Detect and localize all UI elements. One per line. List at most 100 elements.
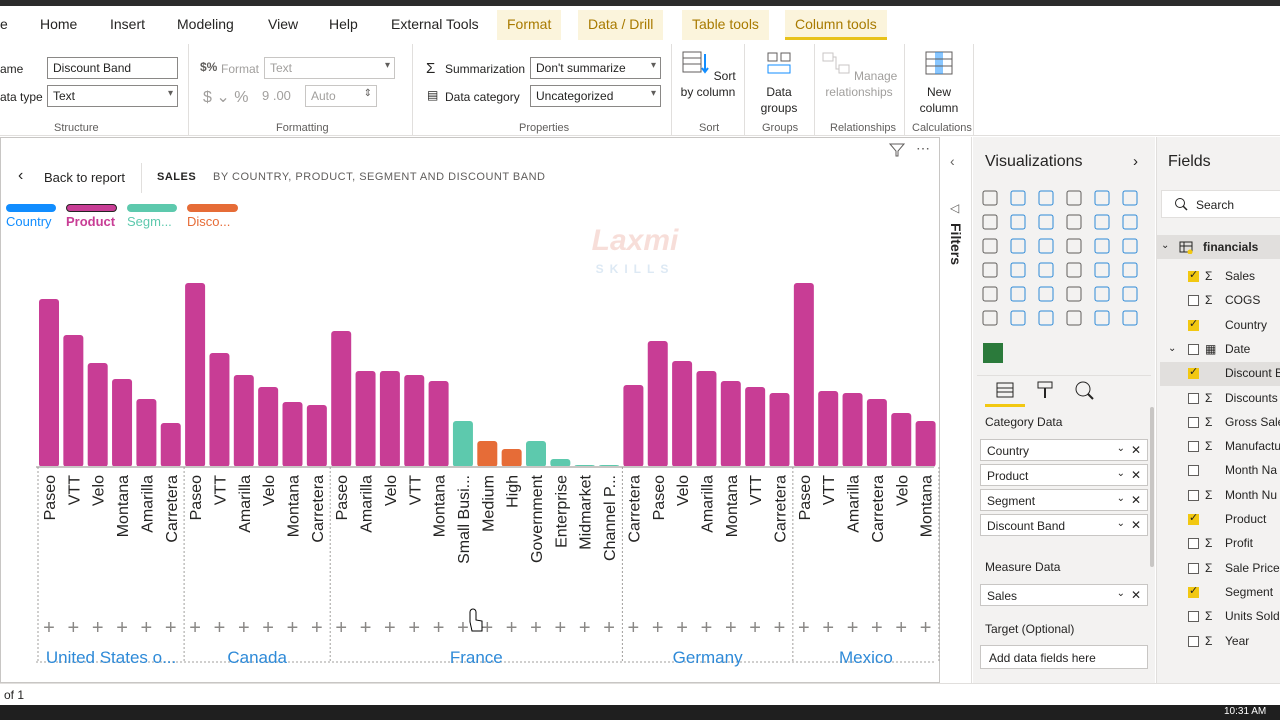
data-category-select[interactable]: Uncategorized ▾ — [530, 85, 661, 107]
data-groups-button[interactable]: Data groups — [752, 50, 806, 116]
bar[interactable] — [696, 371, 717, 467]
tab-view[interactable]: View — [268, 16, 298, 32]
chevron-down-icon[interactable]: ⌄ — [1117, 518, 1125, 529]
table-icon[interactable] — [1010, 286, 1026, 302]
expand-icon[interactable]: + — [603, 617, 615, 639]
close-icon[interactable]: ✕ — [1131, 468, 1141, 482]
field-label[interactable]: Country — [1225, 318, 1280, 332]
chevron-right-icon[interactable]: › — [1133, 153, 1138, 170]
bar[interactable] — [39, 299, 59, 467]
summarization-select[interactable]: Don't summarize ▾ — [530, 57, 661, 79]
close-icon[interactable]: ✕ — [1131, 518, 1141, 532]
expand-icon[interactable]: + — [579, 617, 591, 639]
scrollbar[interactable] — [1150, 407, 1154, 567]
multirow-card-icon[interactable] — [1094, 262, 1110, 278]
tab-external-tools[interactable]: External Tools — [391, 16, 479, 32]
pie-icon[interactable] — [1066, 238, 1082, 254]
tab-column-tools[interactable]: Column tools — [785, 10, 887, 40]
field-label[interactable]: Year — [1225, 634, 1280, 648]
column-name-input[interactable]: Discount Band — [47, 57, 178, 79]
line-clustered-icon[interactable] — [1094, 214, 1110, 230]
field-label[interactable]: Month Nu — [1225, 488, 1280, 502]
stacked-bar-icon[interactable] — [982, 190, 998, 206]
bar[interactable] — [379, 371, 400, 467]
expand-icon[interactable]: + — [311, 617, 323, 639]
bar[interactable] — [501, 449, 522, 467]
bar[interactable] — [550, 459, 571, 467]
new-column-button[interactable]: New column — [912, 50, 966, 116]
field-checkbox[interactable] — [1188, 635, 1199, 647]
fields-search-box[interactable]: Search — [1161, 190, 1280, 218]
legend-country[interactable]: Country — [6, 214, 52, 229]
expand-icon[interactable]: + — [530, 617, 542, 639]
close-icon[interactable]: ✕ — [1131, 588, 1141, 602]
tab-modeling[interactable]: Modeling — [177, 16, 234, 32]
expand-icon[interactable]: + — [506, 617, 518, 639]
bar[interactable] — [915, 421, 936, 467]
100-bar-icon[interactable] — [1094, 190, 1110, 206]
format-select[interactable]: Text ▾ — [264, 57, 395, 79]
bar[interactable] — [136, 399, 157, 467]
bar[interactable] — [428, 381, 449, 467]
back-to-report-link[interactable]: ‹ Back to report — [18, 167, 125, 185]
waterfall-icon[interactable] — [982, 238, 998, 254]
well-segment[interactable]: Segment ⌄ ✕ — [980, 489, 1148, 511]
fields-tab-icon[interactable] — [994, 379, 1016, 401]
custom-visual-icon[interactable] — [983, 343, 1003, 363]
expand-icon[interactable]: + — [92, 617, 104, 639]
chevron-down-icon[interactable]: ⌄ — [1161, 240, 1169, 251]
expand-icon[interactable]: + — [287, 617, 299, 639]
bar[interactable] — [647, 341, 668, 467]
collapse-left-icon[interactable]: ‹ — [950, 153, 955, 169]
bar[interactable] — [258, 387, 279, 467]
target-drop-zone[interactable]: Add data fields here — [980, 645, 1148, 669]
expand-icon[interactable]: + — [822, 617, 834, 639]
filters-pane-collapsed[interactable]: ‹ ◁ Filters — [940, 137, 972, 683]
chevron-down-icon[interactable]: ⌄ — [1168, 343, 1176, 354]
expand-icon[interactable]: + — [384, 617, 396, 639]
expand-icon[interactable]: + — [701, 617, 713, 639]
qa-icon[interactable] — [1010, 310, 1026, 326]
expand-icon[interactable]: + — [214, 617, 226, 639]
analytics-icon[interactable] — [1073, 379, 1095, 401]
field-label[interactable]: COGS — [1225, 293, 1280, 307]
field-checkbox[interactable] — [1188, 465, 1199, 477]
legend-product[interactable]: Product — [66, 214, 115, 229]
chevron-down-icon[interactable]: ⌄ — [1117, 588, 1125, 599]
expand-icon[interactable]: + — [920, 617, 932, 639]
decomposition-icon[interactable] — [982, 310, 998, 326]
data-type-select[interactable]: Text ▾ — [47, 85, 178, 107]
clustered-column-icon[interactable] — [1066, 190, 1082, 206]
stacked-area-icon[interactable] — [1038, 214, 1054, 230]
ribbon-icon[interactable] — [1122, 214, 1138, 230]
expand-icon[interactable]: + — [774, 617, 786, 639]
stacked-column-icon[interactable] — [1010, 190, 1026, 206]
field-label[interactable]: Sale Price — [1225, 561, 1280, 575]
matrix-icon[interactable] — [1038, 286, 1054, 302]
key-influencers-icon[interactable] — [1122, 286, 1138, 302]
field-label[interactable]: Manufactu — [1225, 439, 1280, 453]
expand-icon[interactable]: + — [43, 617, 55, 639]
expand-icon[interactable]: + — [165, 617, 177, 639]
field-label[interactable]: Profit — [1225, 536, 1280, 550]
group-label[interactable]: Canada — [227, 648, 287, 667]
bar[interactable] — [623, 385, 644, 467]
r-visual-icon[interactable] — [1066, 286, 1082, 302]
100-column-icon[interactable] — [1122, 190, 1138, 206]
expand-icon[interactable]: + — [141, 617, 153, 639]
bar[interactable] — [793, 283, 814, 467]
field-checkbox[interactable] — [1188, 416, 1199, 428]
line-icon[interactable] — [982, 214, 998, 230]
tab-help[interactable]: Help — [329, 16, 358, 32]
bar[interactable] — [209, 353, 230, 467]
expand-icon[interactable]: + — [652, 617, 664, 639]
card-icon[interactable] — [1066, 262, 1082, 278]
slicer-icon[interactable] — [982, 286, 998, 302]
bar[interactable] — [282, 402, 303, 467]
visual-types-gallery[interactable] — [981, 189, 1147, 365]
field-checkbox[interactable] — [1188, 295, 1199, 307]
expand-icon[interactable]: + — [798, 617, 810, 639]
well-discount-band[interactable]: Discount Band ⌄ ✕ — [980, 514, 1148, 536]
filled-map-icon[interactable] — [1010, 262, 1026, 278]
decimal-places-input[interactable]: Auto ⇕ — [305, 85, 377, 107]
